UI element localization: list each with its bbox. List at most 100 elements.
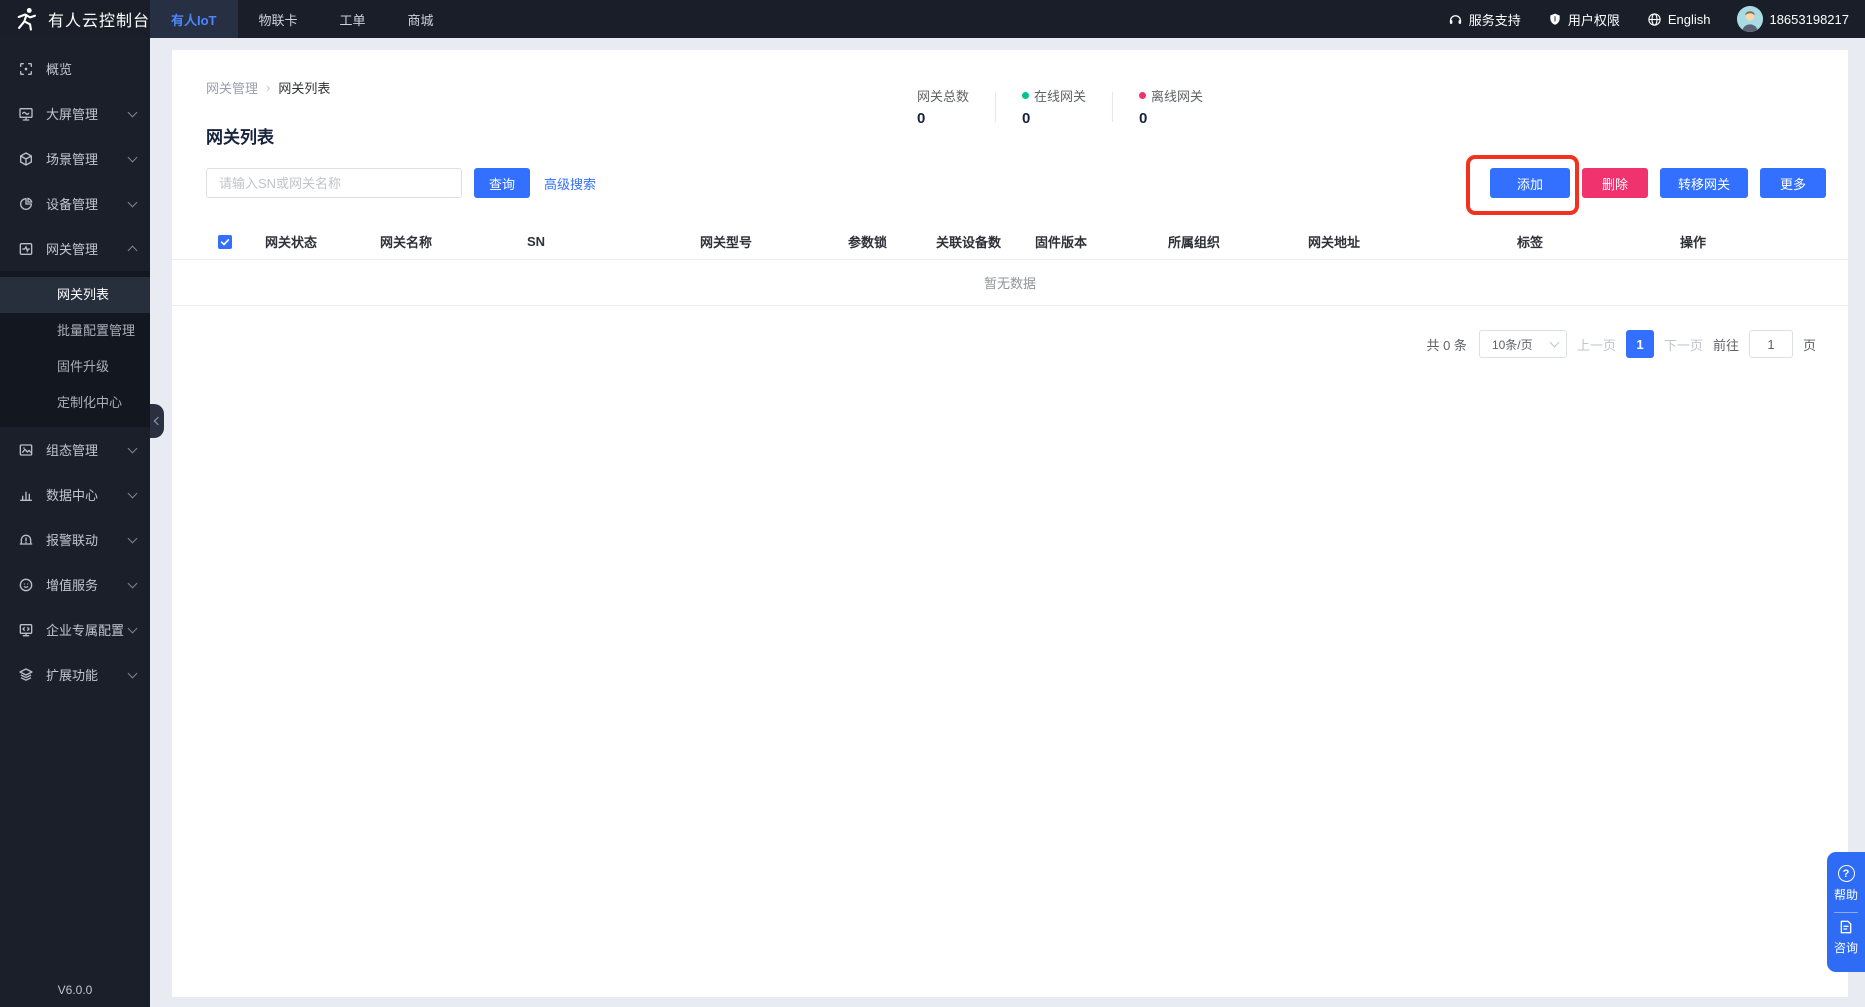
document-icon xyxy=(1838,919,1854,935)
goto-page-input[interactable] xyxy=(1749,330,1793,358)
stat-divider xyxy=(995,92,996,122)
user-permissions-label: 用户权限 xyxy=(1568,10,1620,29)
page-number-button[interactable]: 1 xyxy=(1626,330,1654,358)
sidebar-subitem-customization-center[interactable]: 定制化中心 xyxy=(0,385,150,421)
consult-button[interactable]: 咨询 xyxy=(1827,915,1865,963)
table-header-checkbox-cell xyxy=(206,235,265,249)
action-buttons: 添加 删除 转移网关 更多 xyxy=(1490,168,1826,198)
add-button[interactable]: 添加 xyxy=(1490,168,1570,198)
stat-divider xyxy=(1112,92,1113,122)
question-icon: ? xyxy=(1838,865,1855,882)
sidebar-item-scene-mgmt[interactable]: 场景管理 xyxy=(0,136,150,181)
query-button[interactable]: 查询 xyxy=(474,168,530,198)
stat-offline-gateways: 离线网关 0 xyxy=(1139,86,1203,127)
stat-value: 0 xyxy=(1139,110,1203,127)
sidebar-item-label: 设备管理 xyxy=(46,194,129,213)
language-switcher[interactable]: English xyxy=(1647,12,1711,27)
sidebar-item-screen-mgmt[interactable]: 大屏管理 xyxy=(0,91,150,136)
sidebar-item-configuration-mgmt[interactable]: 组态管理 xyxy=(0,427,150,472)
transfer-gateway-button[interactable]: 转移网关 xyxy=(1660,168,1748,198)
col-gateway-status: 网关状态 xyxy=(265,232,380,251)
col-tags: 标签 xyxy=(1517,232,1680,251)
tab-work-order[interactable]: 工单 xyxy=(319,0,387,38)
breadcrumb-separator: › xyxy=(266,80,270,95)
overview-icon xyxy=(17,60,34,77)
topbar: 有人云控制台 有人IoT 物联卡 工单 商城 服务支持 用户权限 English xyxy=(0,0,1865,38)
service-support-label: 服务支持 xyxy=(1469,10,1521,29)
col-param-lock: 参数锁 xyxy=(848,232,936,251)
sidebar-subitem-gateway-list[interactable]: 网关列表 xyxy=(0,277,150,313)
chevron-down-icon xyxy=(1549,338,1559,348)
sidebar-subitem-firmware-upgrade[interactable]: 固件升级 xyxy=(0,349,150,385)
col-gateway-address: 网关地址 xyxy=(1308,232,1517,251)
tab-iot-card[interactable]: 物联卡 xyxy=(238,0,319,38)
app-title: 有人云控制台 xyxy=(48,7,150,31)
sidebar-item-label: 扩展功能 xyxy=(46,665,129,684)
page-size-value: 10条/页 xyxy=(1492,336,1533,353)
consult-label: 咨询 xyxy=(1834,939,1858,956)
breadcrumb-current: 网关列表 xyxy=(278,78,330,97)
avatar xyxy=(1737,6,1763,32)
user-account[interactable]: 18653198217 xyxy=(1737,6,1849,32)
sidebar-item-data-center[interactable]: 数据中心 xyxy=(0,472,150,517)
stat-label: 离线网关 xyxy=(1139,86,1203,105)
breadcrumb-parent[interactable]: 网关管理 xyxy=(206,78,258,97)
top-nav-tabs: 有人IoT 物联卡 工单 商城 xyxy=(150,0,455,38)
col-actions: 操作 xyxy=(1680,232,1826,251)
chevron-down-icon xyxy=(128,107,138,117)
next-page-button[interactable]: 下一页 xyxy=(1664,335,1703,354)
bar-chart-icon xyxy=(17,486,34,503)
version-label: V6.0.0 xyxy=(0,983,150,997)
sidebar-item-label: 报警联动 xyxy=(46,530,129,549)
tab-mall[interactable]: 商城 xyxy=(387,0,455,38)
col-organization: 所属组织 xyxy=(1168,232,1308,251)
chevron-down-icon xyxy=(128,578,138,588)
sidebar-item-gateway-mgmt[interactable]: 网关管理 xyxy=(0,226,150,271)
sidebar-item-value-added-services[interactable]: 增值服务 xyxy=(0,562,150,607)
sidebar-item-device-mgmt[interactable]: 设备管理 xyxy=(0,181,150,226)
col-firmware-version: 固件版本 xyxy=(1035,232,1168,251)
page-size-select[interactable]: 10条/页 xyxy=(1479,330,1567,358)
delete-button[interactable]: 删除 xyxy=(1582,168,1648,198)
tab-usr-iot[interactable]: 有人IoT xyxy=(150,0,238,38)
service-circle-icon xyxy=(17,576,34,593)
search-input[interactable] xyxy=(206,168,462,198)
sidebar-item-overview[interactable]: 概览 xyxy=(0,46,150,91)
help-label: 帮助 xyxy=(1834,886,1858,903)
sidebar-item-alarm-linkage[interactable]: 报警联动 xyxy=(0,517,150,562)
chevron-down-icon xyxy=(128,668,138,678)
chevron-down-icon xyxy=(128,443,138,453)
help-button[interactable]: ? 帮助 xyxy=(1827,861,1865,910)
advanced-search-link[interactable]: 高级搜索 xyxy=(544,174,596,193)
stat-label: 网关总数 xyxy=(917,86,969,105)
chevron-left-icon xyxy=(154,417,162,425)
select-all-checkbox[interactable] xyxy=(218,235,232,249)
chevron-down-icon xyxy=(128,488,138,498)
more-button[interactable]: 更多 xyxy=(1760,168,1826,198)
sidebar-subitem-batch-config[interactable]: 批量配置管理 xyxy=(0,313,150,349)
headset-icon xyxy=(1448,12,1463,27)
stat-value: 0 xyxy=(917,110,969,127)
col-sn: SN xyxy=(527,234,700,249)
sidebar-item-extensions[interactable]: 扩展功能 xyxy=(0,652,150,697)
phone-number: 18653198217 xyxy=(1769,12,1849,27)
sidebar-item-label: 数据中心 xyxy=(46,485,129,504)
monitor-code-icon xyxy=(17,621,34,638)
sidebar: 概览 大屏管理 场景管理 设备管理 网关管理 网关列表 批量配置管理 固件升级 … xyxy=(0,38,150,1007)
app-logo: 有人云控制台 xyxy=(0,0,150,38)
sidebar-collapse-handle[interactable] xyxy=(150,404,164,438)
prev-page-button[interactable]: 上一页 xyxy=(1577,335,1616,354)
sidebar-item-enterprise-config[interactable]: 企业专属配置 xyxy=(0,607,150,652)
pie-chart-icon xyxy=(17,195,34,212)
sidebar-item-label: 企业专属配置 xyxy=(46,620,129,639)
user-permissions[interactable]: 用户权限 xyxy=(1548,10,1620,29)
chevron-down-icon xyxy=(128,533,138,543)
gateway-submenu: 网关列表 批量配置管理 固件升级 定制化中心 xyxy=(0,271,150,427)
gateway-stats: 网关总数 0 在线网关 0 离线网关 0 xyxy=(917,86,1203,127)
goto-label: 前往 xyxy=(1713,335,1739,354)
globe-icon xyxy=(1647,12,1662,27)
pagination: 共 0 条 10条/页 上一页 1 下一页 前往 页 xyxy=(172,330,1848,358)
service-support[interactable]: 服务支持 xyxy=(1448,10,1521,29)
stat-online-gateways: 在线网关 0 xyxy=(1022,86,1086,127)
sidebar-item-label: 增值服务 xyxy=(46,575,129,594)
